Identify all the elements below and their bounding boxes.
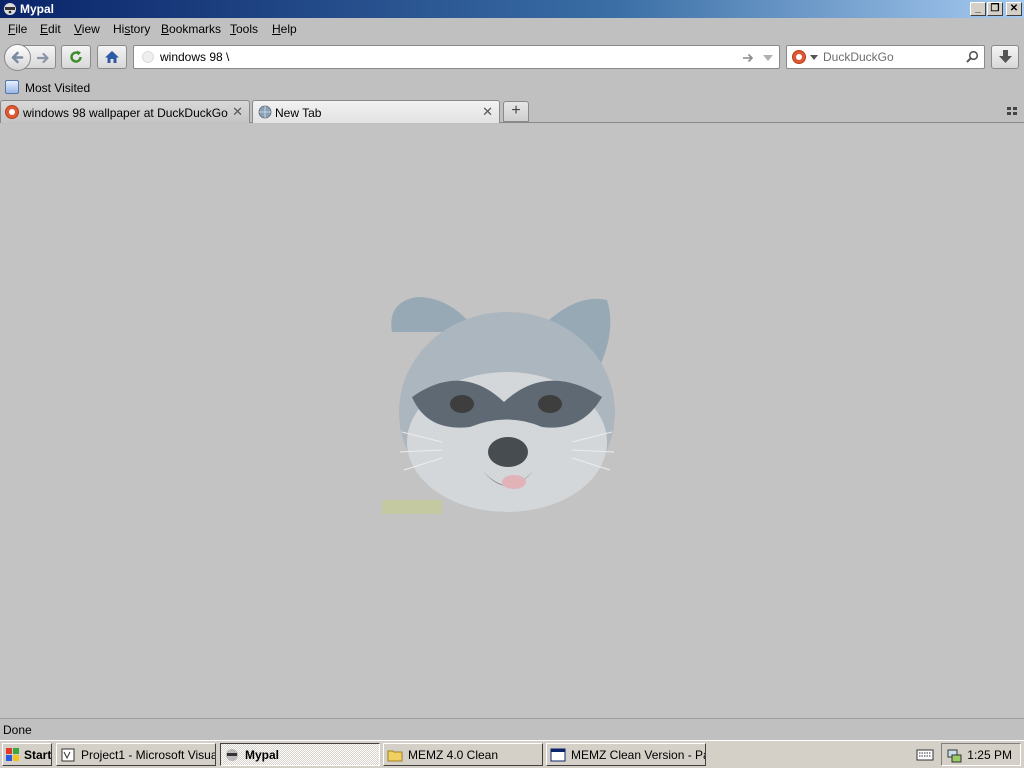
- downloads-button[interactable]: [991, 45, 1019, 69]
- engine-dropdown-icon[interactable]: [810, 55, 818, 61]
- home-icon: [105, 51, 119, 63]
- forward-arrow-icon[interactable]: [35, 50, 51, 66]
- minimize-button[interactable]: _: [970, 2, 986, 16]
- menu-bookmarks[interactable]: Bookmarks: [161, 22, 221, 36]
- tab-label: windows 98 wallpaper at DuckDuckGo: [23, 106, 228, 120]
- raccoon-app-icon: [4, 3, 16, 15]
- globe-favicon-icon: [258, 105, 272, 119]
- home-button[interactable]: [97, 45, 127, 69]
- taskbar: Start Project1 - Microsoft Visual... Myp…: [0, 740, 1024, 768]
- menu-history[interactable]: History: [113, 22, 150, 36]
- navigation-toolbar: windows 98 \ DuckDuckGo: [0, 40, 1024, 76]
- status-bar: Done: [0, 718, 1024, 740]
- windows-logo-icon: [6, 748, 19, 761]
- download-arrow-icon: [999, 50, 1012, 63]
- title-bar[interactable]: Mypal _ ❐ ✕: [0, 0, 1024, 18]
- tab-close-icon[interactable]: ✕: [232, 104, 243, 120]
- status-text: Done: [3, 723, 32, 737]
- menu-help[interactable]: Help: [272, 22, 297, 36]
- maximize-button[interactable]: ❐: [987, 2, 1003, 16]
- menu-bar: File Edit View History Bookmarks Tools H…: [0, 19, 1024, 39]
- url-input[interactable]: windows 98 \: [160, 50, 229, 64]
- close-button[interactable]: ✕: [1006, 2, 1022, 16]
- most-visited-folder[interactable]: Most Visited: [25, 81, 90, 95]
- list-all-tabs-icon[interactable]: [1006, 105, 1018, 117]
- task-memz-folder[interactable]: MEMZ 4.0 Clean: [383, 743, 543, 766]
- raccoon-icon: [226, 749, 238, 761]
- task-mypal[interactable]: Mypal: [220, 743, 380, 766]
- bookmarks-toolbar: Most Visited: [0, 78, 1024, 98]
- start-button[interactable]: Start: [2, 743, 52, 766]
- tab-new-tab[interactable]: New Tab ✕: [252, 100, 500, 123]
- clock[interactable]: 1:25 PM: [967, 748, 1012, 762]
- new-tab-button[interactable]: +: [503, 101, 529, 122]
- back-forward-group: [4, 44, 56, 71]
- duckduckgo-favicon-icon: [5, 105, 19, 119]
- menu-file[interactable]: File: [8, 22, 27, 36]
- tab-duckduckgo[interactable]: windows 98 wallpaper at DuckDuckGo ✕: [0, 100, 250, 123]
- raccoon-face-image: [382, 297, 615, 514]
- menu-edit[interactable]: Edit: [40, 22, 61, 36]
- back-button[interactable]: [4, 44, 31, 71]
- search-input[interactable]: DuckDuckGo: [823, 50, 894, 64]
- duckduckgo-icon[interactable]: [792, 50, 806, 64]
- keyboard-icon[interactable]: [916, 748, 934, 762]
- network-icon[interactable]: [946, 747, 962, 763]
- go-arrow-icon[interactable]: [741, 51, 755, 65]
- search-bar[interactable]: DuckDuckGo: [786, 45, 985, 69]
- window-app-icon: [550, 748, 566, 762]
- window-title: Mypal: [20, 2, 55, 16]
- tab-strip: windows 98 wallpaper at DuckDuckGo ✕ New…: [0, 99, 1024, 123]
- task-visual-basic[interactable]: Project1 - Microsoft Visual...: [56, 743, 216, 766]
- task-memz-paint[interactable]: MEMZ Clean Version - Pa...: [546, 743, 706, 766]
- history-dropdown-icon[interactable]: [762, 53, 774, 63]
- tab-close-icon[interactable]: ✕: [482, 104, 493, 120]
- tab-label: New Tab: [275, 106, 322, 120]
- system-tray: 1:25 PM: [941, 743, 1021, 766]
- menu-tools[interactable]: Tools: [230, 22, 258, 36]
- menu-view[interactable]: View: [74, 22, 100, 36]
- reload-icon: [70, 50, 82, 63]
- reload-button[interactable]: [61, 45, 91, 69]
- folder-icon: [387, 750, 403, 762]
- page-content: [0, 124, 1024, 718]
- search-icon[interactable]: [965, 50, 979, 64]
- page-identity-icon: [142, 51, 154, 63]
- back-arrow-icon: [11, 51, 24, 64]
- most-visited-icon: [5, 80, 19, 94]
- visual-basic-icon: [61, 748, 75, 762]
- browser-window: Mypal _ ❐ ✕ File Edit View History Bookm…: [0, 0, 1024, 740]
- url-bar[interactable]: windows 98 \: [133, 45, 780, 69]
